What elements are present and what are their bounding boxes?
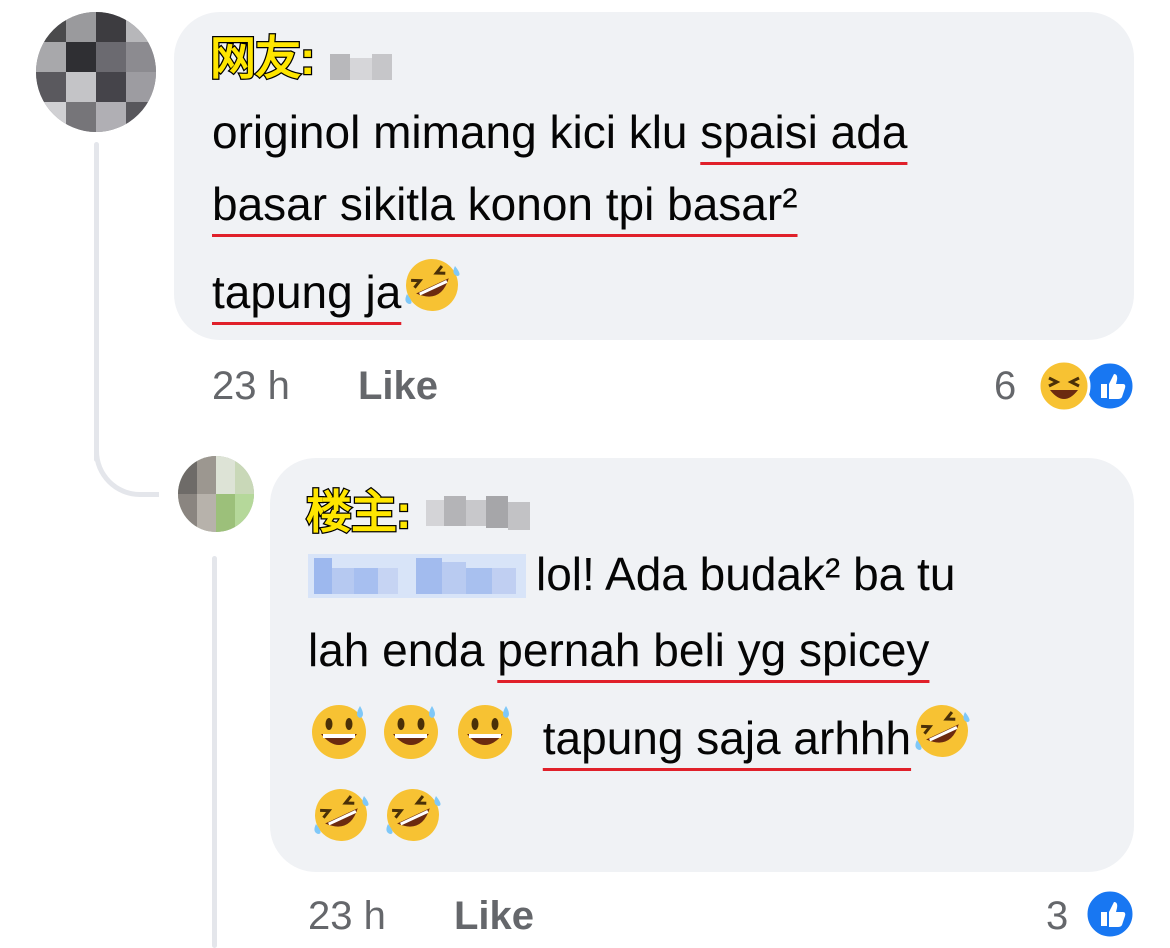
rofl-emoji xyxy=(405,259,460,311)
reply-thread-connector xyxy=(212,556,217,948)
comment-text-line-2: basar sikitla konon tpi basar² xyxy=(212,178,798,230)
blurred-mention-tag[interactable] xyxy=(308,550,526,600)
haha-reaction-icon xyxy=(1037,359,1091,413)
commenter-label: 网友: xyxy=(209,31,317,86)
grinning-sweat-emoji xyxy=(458,705,512,759)
rofl-emoji xyxy=(915,705,970,757)
reply-text-line-2: lah enda pernah beli yg spicey xyxy=(308,624,930,676)
thread-connector-vertical xyxy=(94,142,99,462)
comment-text-line-3: tapung ja xyxy=(212,254,463,320)
like-reaction-icon xyxy=(1084,888,1136,940)
reply-reaction-count[interactable]: 3 xyxy=(1046,894,1068,939)
comment-timestamp[interactable]: 23 h xyxy=(212,364,290,409)
grinning-sweat-emoji xyxy=(384,705,438,759)
blurred-reply-author-name xyxy=(426,496,530,530)
reply-like-button[interactable]: Like xyxy=(454,894,534,939)
rofl-emoji xyxy=(314,789,369,841)
reply-timestamp[interactable]: 23 h xyxy=(308,894,386,939)
comment-text-line-1: originol mimang kici klu spaisi ada xyxy=(212,106,908,158)
thread-connector-curve xyxy=(94,420,159,497)
comment-like-button[interactable]: Like xyxy=(358,364,438,409)
reply-author-avatar[interactable] xyxy=(178,456,254,532)
blurred-commenter-name xyxy=(330,54,392,80)
reply-author-label: 楼主: xyxy=(305,485,413,540)
commenter-avatar[interactable] xyxy=(36,12,156,132)
reply-text-line-3: tapung saja arhhh xyxy=(308,700,973,766)
reply-text-line-1: lol! Ada budak² ba tu xyxy=(536,548,956,600)
reply-text-line-4 xyxy=(308,784,446,850)
rofl-emoji xyxy=(386,789,441,841)
comment-reaction-count[interactable]: 6 xyxy=(994,364,1016,409)
grinning-sweat-emoji xyxy=(312,705,366,759)
